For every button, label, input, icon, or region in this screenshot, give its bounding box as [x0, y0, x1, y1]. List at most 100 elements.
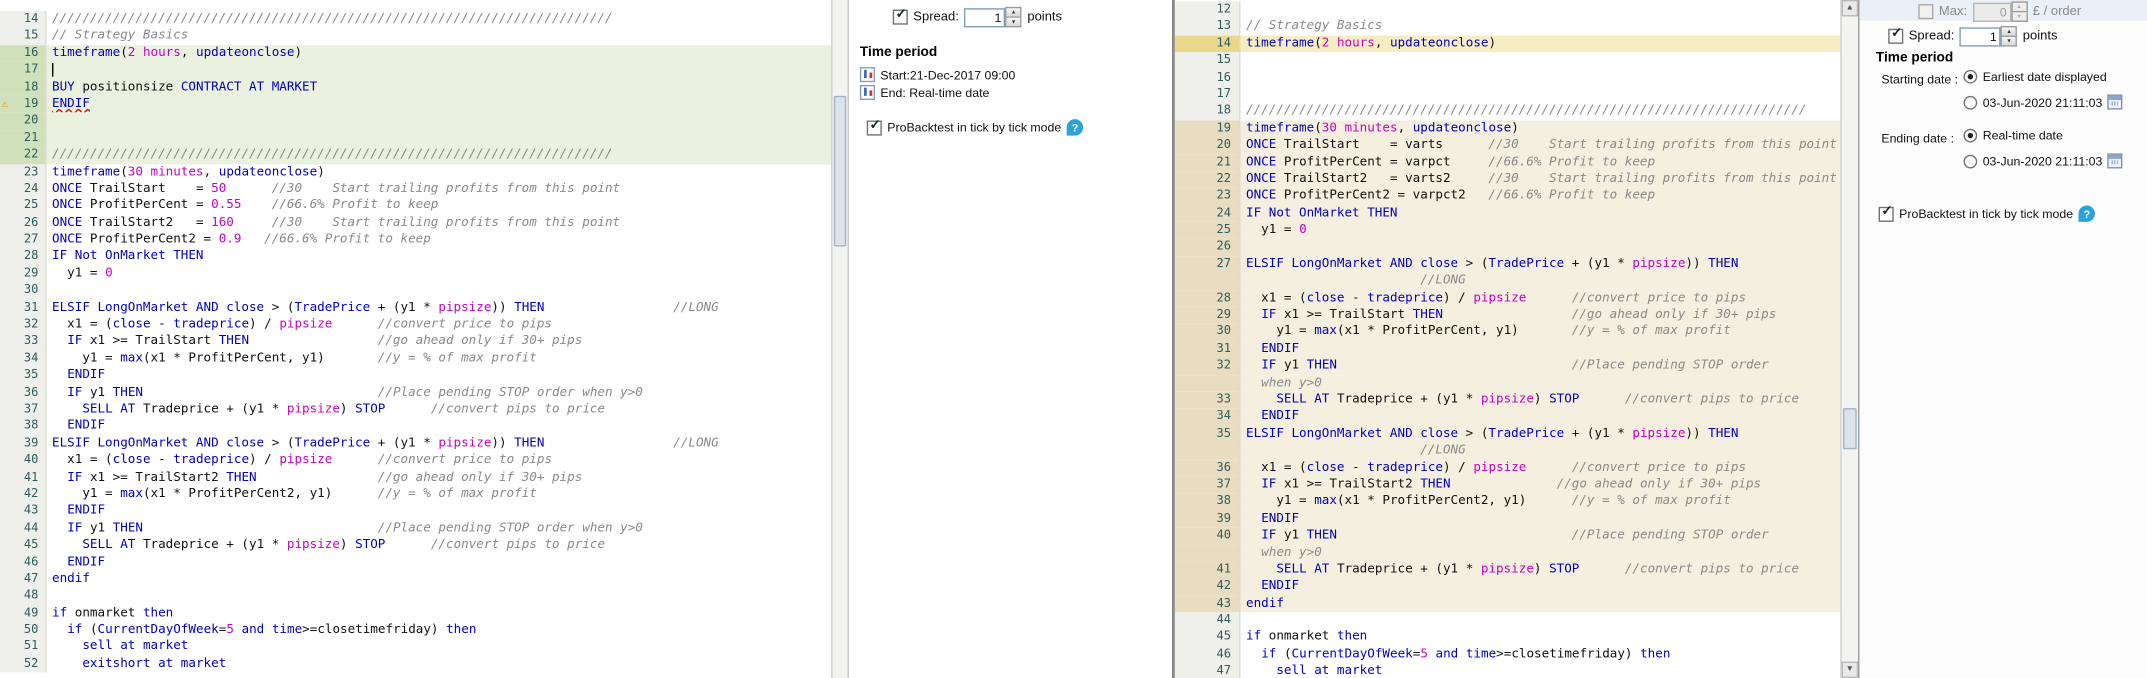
code-line-28[interactable]: 28 IF Not OnMarket THEN [0, 248, 831, 266]
spinner-down-icon[interactable]: ▼ [2000, 36, 2018, 47]
code-line-22[interactable]: 22 ONCE TrailStart2 = varts2 //30 Start t… [1174, 171, 1841, 189]
code-line-19[interactable]: ⚠ 19 ENDIF [0, 95, 832, 113]
code-line-43[interactable]: 43 endif [1174, 595, 1841, 613]
max-spinner[interactable]: ▲ ▼ [2010, 1, 2028, 22]
code-line-wrap[interactable]: //LONG [1174, 272, 1841, 290]
spread-input[interactable] [964, 7, 1006, 27]
code-line-43[interactable]: 43 ENDIF [0, 503, 831, 521]
code-line-41[interactable]: 41 IF x1 >= TrailStart2 THEN //go ahead … [0, 469, 831, 487]
code-line-15[interactable]: 15 [1174, 52, 1840, 70]
code-line-17[interactable]: 17 [1174, 86, 1840, 104]
code-line-16[interactable]: 16 [1174, 69, 1840, 87]
code-line-33[interactable]: 33 IF x1 >= TrailStart THEN //go ahead o… [0, 333, 831, 351]
code-line-34[interactable]: 34 ENDIF [1174, 408, 1841, 426]
code-line-16[interactable]: 16 timeframe(2 hours, updateonclose) [0, 44, 832, 62]
code-line-35[interactable]: 35 ELSIF LongOnMarket AND close > (TradeP… [1174, 425, 1841, 443]
right-editor-scrollbar[interactable]: ▲ ▼ [1840, 0, 1859, 678]
code-line-21[interactable]: 21 [0, 129, 832, 147]
scrollbar-thumb[interactable] [833, 95, 847, 247]
code-line-19[interactable]: 19 timeframe(30 minutes, updateonclose) [1174, 120, 1841, 138]
code-line-18[interactable]: 18 BUY positionsize CONTRACT AT MARKET [0, 78, 832, 96]
code-line-31[interactable]: 31 ELSIF LongOnMarket AND close > (TradeP… [0, 299, 831, 317]
code-line-47[interactable]: 47 sell at market [1174, 663, 1840, 678]
code-line-42[interactable]: 42 ENDIF [1174, 578, 1841, 596]
code-line-15[interactable]: 15 // Strategy Basics [0, 27, 831, 45]
max-input[interactable] [1972, 2, 2011, 22]
left-editor-scrollbar[interactable] [831, 0, 848, 678]
scroll-down-button[interactable]: ▼ [1841, 661, 1859, 678]
code-line-36[interactable]: 36 x1 = (close - tradeprice) / pipsize /… [1174, 459, 1841, 477]
code-line-36[interactable]: 36 IF y1 THEN //Place pending STOP order… [0, 384, 831, 402]
spread-input[interactable] [1959, 26, 2001, 46]
code-line-37[interactable]: 37 SELL AT Tradeprice + (y1 * pipsize) S… [0, 401, 831, 419]
code-line-37[interactable]: 37 IF x1 >= TrailStart2 THEN //go ahead … [1174, 476, 1841, 494]
code-line-14[interactable]: 14 timeframe(2 hours, updateonclose) [1174, 35, 1841, 53]
code-line-18[interactable]: 18 //////////////////////////////////////… [1174, 103, 1840, 121]
code-line-42[interactable]: 42 y1 = max(x1 * ProfitPerCent2, y1) //y… [0, 486, 831, 504]
code-line-32[interactable]: 32 x1 = (close - tradeprice) / pipsize /… [0, 316, 831, 334]
spinner-down-icon[interactable]: ▼ [1005, 17, 1022, 28]
max-checkbox[interactable] [1918, 4, 1934, 20]
code-line-wrap[interactable]: when y>0 [1174, 374, 1841, 392]
code-line-17[interactable]: 17 [0, 61, 832, 79]
code-line-44[interactable]: 44 IF y1 THEN //Place pending STOP order… [0, 520, 831, 538]
code-line-14[interactable]: 14 //////////////////////////////////////… [0, 10, 831, 28]
code-line-20[interactable]: 20 [0, 112, 832, 130]
code-line-26[interactable]: 26 ONCE TrailStart2 = 160 //30 Start trai… [0, 214, 831, 232]
spread-spinner[interactable]: ▲ ▼ [2000, 26, 2018, 47]
code-line-46[interactable]: 46 if (CurrentDayOfWeek=5 and time>=clos… [1174, 646, 1840, 664]
code-line-48[interactable]: 48 [0, 587, 831, 605]
scrollbar-thumb[interactable] [1843, 408, 1857, 450]
code-line-45[interactable]: 45 if onmarket then [1174, 629, 1840, 647]
tick-mode-checkbox[interactable] [866, 117, 882, 135]
code-line-25[interactable]: 25 y1 = 0 [1174, 221, 1841, 239]
code-line-31[interactable]: 31 ENDIF [1174, 340, 1841, 358]
code-line-32[interactable]: 32 IF y1 THEN //Place pending STOP order [1174, 357, 1841, 375]
code-line-27[interactable]: 27 ONCE ProfitPerCent2 = 0.9 //66.6% Prof… [0, 231, 831, 249]
code-line-30[interactable]: 30 [0, 282, 831, 300]
starting-earliest-radio[interactable] [1963, 69, 1978, 84]
code-line-27[interactable]: 27 ELSIF LongOnMarket AND close > (TradeP… [1174, 255, 1841, 273]
help-icon[interactable]: ? [1066, 119, 1084, 136]
code-line-24[interactable]: 24 IF Not OnMarket THEN [1174, 205, 1841, 222]
code-line-41[interactable]: 41 SELL AT Tradeprice + (y1 * pipsize) S… [1174, 561, 1841, 579]
calendar-icon[interactable] [2107, 94, 2123, 110]
code-line-49[interactable]: 49 if onmarket then [0, 604, 831, 622]
code-line-38[interactable]: 38 y1 = max(x1 * ProfitPerCent2, y1) //y… [1174, 493, 1841, 511]
code-line-50[interactable]: 50 if (CurrentDayOfWeek=5 and time>=clos… [0, 621, 831, 639]
spread-spinner[interactable]: ▲ ▼ [1005, 6, 1022, 28]
spinner-up-icon[interactable]: ▲ [1005, 6, 1022, 18]
help-icon[interactable]: ? [2078, 205, 2096, 222]
code-line-45[interactable]: 45 SELL AT Tradeprice + (y1 * pipsize) S… [0, 537, 831, 555]
code-line-26[interactable]: 26 [1174, 238, 1841, 256]
code-line-46[interactable]: 46 ENDIF [0, 554, 831, 572]
code-line-24[interactable]: 24 ONCE TrailStart = 50 //30 Start traili… [0, 180, 831, 198]
calendar-icon[interactable] [2107, 153, 2123, 169]
ending-custom-radio[interactable] [1963, 154, 1978, 168]
code-line-39[interactable]: 39 ELSIF LongOnMarket AND close > (TradeP… [0, 435, 831, 453]
ending-realtime-radio[interactable] [1963, 128, 1978, 143]
code-line-wrap[interactable]: when y>0 [1174, 544, 1841, 562]
starting-custom-radio[interactable] [1963, 95, 1978, 109]
code-line-33[interactable]: 33 SELL AT Tradeprice + (y1 * pipsize) S… [1174, 391, 1841, 409]
code-line-40[interactable]: 40 x1 = (close - tradeprice) / pipsize /… [0, 452, 831, 470]
code-line-29[interactable]: 29 y1 = 0 [0, 265, 831, 283]
code-line-38[interactable]: 38 ENDIF [0, 418, 831, 436]
code-line-44[interactable]: 44 [1174, 612, 1840, 630]
tick-mode-checkbox[interactable] [1878, 203, 1894, 222]
code-line-23[interactable]: 23 timeframe(30 minutes, updateonclose) [0, 163, 831, 181]
code-line-22[interactable]: 22//////////////////////////////////////… [0, 146, 832, 164]
right-code-editor[interactable]: 12 13// Strategy Basics 14 timeframe(2 hour… [1173, 0, 1859, 678]
code-line-40[interactable]: 40 IF y1 THEN //Place pending STOP order [1174, 527, 1841, 545]
spinner-up-icon[interactable]: ▲ [2000, 26, 2018, 37]
code-line-13[interactable]: 13 // Strategy Basics [1174, 18, 1840, 36]
spread-checkbox[interactable] [1888, 26, 1904, 44]
left-code-editor[interactable]: 14 //////////////////////////////////////… [0, 0, 848, 678]
code-line-30[interactable]: 30 y1 = max(x1 * ProfitPerCent, y1) //y … [1174, 323, 1841, 341]
code-line-25[interactable]: 25 ONCE ProfitPerCent = 0.55 //66.6% Prof… [0, 197, 831, 215]
spinner-down-icon[interactable]: ▼ [2010, 12, 2028, 22]
code-line-21[interactable]: 21 ONCE ProfitPerCent = varpct //66.6% Pr… [1174, 154, 1841, 172]
code-line-20[interactable]: 20 ONCE TrailStart = varts //30 Start tra… [1174, 137, 1841, 155]
code-line-23[interactable]: 23 ONCE ProfitPerCent2 = varpct2 //66.6% … [1174, 188, 1841, 206]
code-line-52[interactable]: 52 exitshort at market [0, 655, 831, 673]
